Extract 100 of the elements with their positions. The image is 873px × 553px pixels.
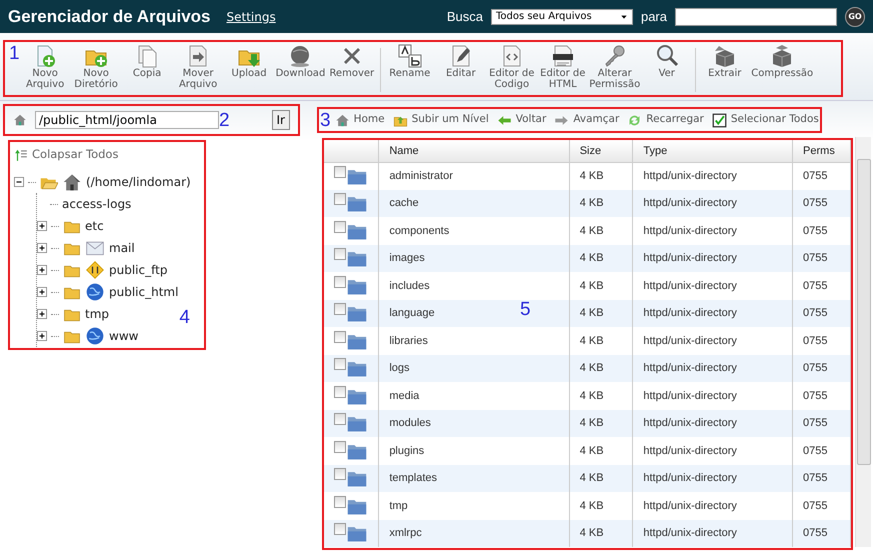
key-icon xyxy=(602,44,627,68)
tree-item[interactable]: etc xyxy=(85,217,104,236)
toolbar-button[interactable]: Copia xyxy=(122,44,173,79)
row-checkbox[interactable] xyxy=(334,248,346,260)
table-cell: 4 KB xyxy=(569,464,633,492)
table-cell: templates xyxy=(378,464,570,492)
row-checkbox[interactable] xyxy=(334,358,346,370)
nav-button[interactable]: Avamçar xyxy=(554,112,624,128)
settings-link[interactable]: Settings xyxy=(226,8,276,26)
home-icon xyxy=(62,172,82,192)
tree-item[interactable]: (/home/lindomar) xyxy=(86,173,191,192)
nav-button[interactable]: Voltar xyxy=(496,112,550,128)
tree-item[interactable]: www xyxy=(109,327,138,346)
table-cell: httpd/unix-directory xyxy=(632,520,793,547)
toolbar-button[interactable]: Novo Diretório xyxy=(70,44,122,90)
table-cell: 0755 xyxy=(792,354,850,382)
table-cell: 4 KB xyxy=(569,354,633,382)
row-checkbox[interactable] xyxy=(334,330,346,343)
toolbar-button[interactable]: Alterar Permissão xyxy=(588,44,642,90)
nav-button[interactable]: Subir um Nível xyxy=(392,112,493,128)
row-checkbox[interactable] xyxy=(334,413,346,426)
rename-icon xyxy=(398,44,422,68)
table-cell: 0755 xyxy=(792,244,850,272)
toolbar-button[interactable]: Remover xyxy=(326,44,378,79)
table-cell: 4 KB xyxy=(569,190,633,217)
search-icon xyxy=(654,44,679,68)
toolbar-button[interactable]: Novo Arquivo xyxy=(20,44,71,90)
annotation-number: 5 xyxy=(520,300,531,319)
row-checkbox[interactable] xyxy=(334,193,346,206)
collapse-icon xyxy=(14,148,28,162)
row-checkbox[interactable] xyxy=(334,166,346,178)
app-title: Gerenciador de Arquivos xyxy=(8,6,210,28)
collapse-all-link[interactable]: Colapsar Todos xyxy=(14,146,118,164)
row-checkbox[interactable] xyxy=(334,440,346,453)
table-cell: 4 KB xyxy=(569,244,633,272)
toolbar-button[interactable]: Editar xyxy=(435,44,486,79)
table-cell: 4 KB xyxy=(569,520,633,547)
toolbar-button[interactable]: Rename xyxy=(384,44,436,79)
table-cell: 0755 xyxy=(792,520,850,547)
table-cell: httpd/unix-directory xyxy=(632,464,793,492)
scrollbar[interactable] xyxy=(855,137,871,547)
annotation-number: 4 xyxy=(179,308,190,327)
expand-toggle-icon[interactable] xyxy=(37,265,47,276)
search-field[interactable] xyxy=(675,8,837,26)
table-cell: httpd/unix-directory xyxy=(632,244,793,272)
for-label: para xyxy=(640,8,667,26)
home-icon xyxy=(334,112,350,128)
nav-button[interactable]: Recarregar xyxy=(627,112,708,128)
html-file-icon xyxy=(550,44,575,68)
column-header[interactable]: Size xyxy=(569,140,633,162)
toolbar-button[interactable]: Ver xyxy=(641,44,692,79)
table-cell: 0755 xyxy=(792,190,850,217)
table-cell: 0755 xyxy=(792,464,850,492)
annotation-number: 2 xyxy=(219,110,230,130)
home-icon xyxy=(13,113,27,127)
column-header[interactable]: Name xyxy=(378,140,570,162)
table-cell: images xyxy=(378,244,570,272)
tree-item[interactable]: public_html xyxy=(109,283,178,302)
toolbar-button[interactable]: Extrair xyxy=(699,44,750,79)
table-cell: 4 KB xyxy=(569,410,633,437)
column-header[interactable]: Perms xyxy=(792,140,850,162)
table-cell: httpd/unix-directory xyxy=(632,410,793,437)
toolbar-button[interactable]: Editor de Codigo xyxy=(486,44,538,90)
expand-toggle-icon[interactable] xyxy=(37,331,47,342)
row-checkbox[interactable] xyxy=(334,303,346,316)
tree-item[interactable]: mail xyxy=(109,239,135,258)
row-checkbox[interactable] xyxy=(334,276,346,288)
row-checkbox[interactable] xyxy=(334,523,346,536)
tree-item[interactable]: tmp xyxy=(85,305,110,324)
table-cell: 4 KB xyxy=(569,300,633,327)
nav-button[interactable]: Selecionar Todos xyxy=(712,112,823,128)
nav-button[interactable]: Home xyxy=(334,112,389,128)
expand-toggle-icon[interactable] xyxy=(37,243,47,254)
box-icon xyxy=(712,44,737,68)
expand-toggle-icon[interactable] xyxy=(37,309,47,320)
scope-dropdown[interactable]: Todos seu Arquivos xyxy=(490,8,633,24)
go-button[interactable]: GO xyxy=(845,6,865,26)
row-checkbox[interactable] xyxy=(334,468,346,480)
toolbar-button[interactable]: Download xyxy=(274,44,326,79)
path-field[interactable]: /public_html/joomla xyxy=(35,111,219,129)
expand-toggle-icon[interactable] xyxy=(37,287,47,298)
toolbar-button[interactable]: Mover Arquivo xyxy=(172,44,224,90)
toolbar-button[interactable]: Editor de HTML xyxy=(537,44,588,90)
expand-toggle-icon[interactable] xyxy=(37,221,47,232)
collapse-toggle-icon[interactable] xyxy=(14,177,24,188)
column-header[interactable]: Type xyxy=(632,140,793,162)
tree-item[interactable]: access-logs xyxy=(62,195,132,214)
toolbar-button[interactable]: Compressão xyxy=(750,44,814,79)
table-cell: httpd/unix-directory xyxy=(632,354,793,382)
row-checkbox[interactable] xyxy=(334,496,346,508)
row-checkbox[interactable] xyxy=(334,220,346,233)
warning-diamond-icon xyxy=(85,260,105,280)
scrollbar-thumb[interactable] xyxy=(857,159,871,465)
row-checkbox[interactable] xyxy=(334,386,346,398)
table-cell: httpd/unix-directory xyxy=(632,190,793,217)
table-cell: modules xyxy=(378,410,570,437)
go-button[interactable]: Ir xyxy=(272,110,290,130)
tree-item[interactable]: public_ftp xyxy=(109,261,168,280)
table-cell: xmlrpc xyxy=(378,520,570,547)
toolbar-button[interactable]: Upload xyxy=(224,44,275,79)
